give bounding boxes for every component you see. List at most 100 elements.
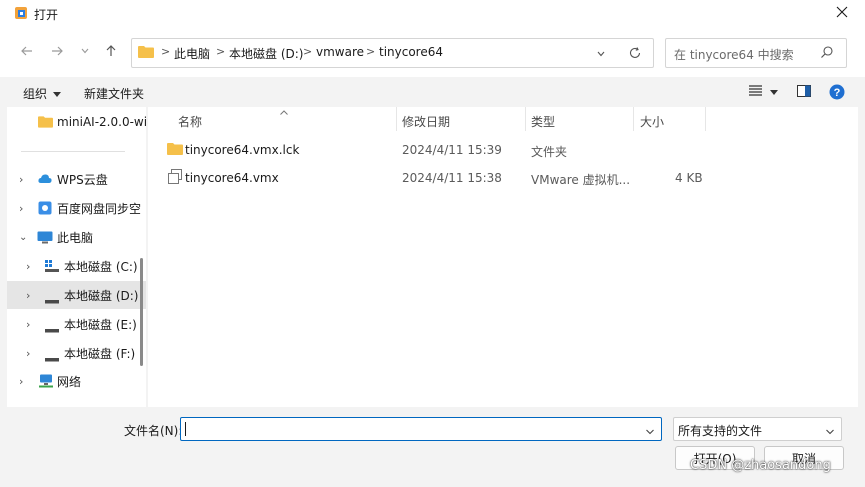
chevron-right-icon: › (19, 172, 24, 186)
text-caret (185, 422, 186, 436)
arrow-right-icon (50, 44, 64, 61)
arrow-left-icon (20, 44, 34, 61)
view-options-button[interactable] (749, 85, 778, 99)
refresh-button[interactable] (628, 46, 642, 63)
filename-input[interactable] (180, 417, 662, 441)
chevron-down-icon (80, 45, 90, 59)
sidebar-item-label: 本地磁盘 (D:) (64, 288, 139, 303)
sidebar-item-drive-d[interactable]: › 本地磁盘 (D:) (7, 281, 146, 309)
sidebar-item-drive-e[interactable]: › 本地磁盘 (E:) (7, 310, 146, 338)
chevron-right-icon: › (19, 374, 24, 388)
help-icon: ? (829, 84, 845, 103)
close-icon (836, 6, 848, 21)
preview-pane-button[interactable] (797, 85, 811, 100)
sidebar-item-label: 此电脑 (57, 230, 94, 245)
sidebar-item-label: 网络 (57, 374, 82, 389)
app-icon (14, 6, 28, 20)
column-header-type[interactable]: 类型 (531, 113, 555, 130)
search-input[interactable]: 在 tinycore64 中搜索 (674, 46, 794, 63)
filetype-select[interactable]: 所有支持的文件 (673, 417, 842, 441)
sidebar-item-drive-f[interactable]: › 本地磁盘 (F:) (7, 339, 146, 367)
sidebar-item-wps-cloud[interactable]: › WPS云盘 (7, 165, 146, 193)
windows-drive-icon (45, 260, 59, 275)
address-dropdown-button[interactable] (596, 48, 606, 62)
breadcrumb-separator: > (216, 45, 226, 58)
breadcrumb-this-pc[interactable]: 此电脑 (174, 45, 210, 62)
sidebar-scrollbar[interactable] (140, 258, 143, 366)
caret-down-icon (770, 85, 778, 99)
chevron-right-icon: › (26, 317, 31, 331)
list-edge (858, 107, 865, 407)
chevron-right-icon: › (26, 288, 31, 302)
folder-icon (38, 115, 53, 131)
drive-icon (45, 293, 59, 307)
sidebar-item-this-pc[interactable]: ⌄ 此电脑 (7, 223, 146, 251)
chevron-down-icon[interactable] (645, 425, 655, 439)
breadcrumb-separator: > (303, 45, 313, 58)
file-name: tinycore64.vmx (185, 171, 279, 185)
column-divider[interactable] (705, 107, 706, 131)
file-type: VMware 虚拟机... (531, 173, 631, 187)
drive-icon (45, 351, 59, 365)
chevron-down-icon: ⌄ (19, 231, 28, 243)
monitor-icon (37, 231, 53, 247)
watermark: CSDN @zhaosandong (690, 458, 831, 473)
column-header-date[interactable]: 修改日期 (402, 113, 450, 130)
network-icon (38, 374, 54, 391)
list-view-icon (749, 85, 762, 99)
up-button[interactable] (100, 41, 122, 63)
breadcrumb-separator: > (366, 45, 376, 58)
file-name: tinycore64.vmx.lck (185, 143, 300, 157)
window-title: 打开 (34, 8, 59, 22)
file-type: 文件夹 (531, 145, 568, 159)
caret-down-icon (53, 87, 62, 101)
back-button[interactable] (16, 41, 38, 63)
chevron-right-icon: › (26, 259, 31, 273)
cloud-icon (38, 173, 52, 187)
sort-ascending-icon (280, 104, 288, 118)
chevron-down-icon (596, 48, 606, 62)
sidebar-item-miniai[interactable]: miniAI-2.0.0-wi (7, 108, 146, 136)
column-divider[interactable] (633, 107, 634, 131)
recent-locations-button[interactable] (74, 41, 96, 63)
column-divider[interactable] (396, 107, 397, 131)
filetype-value: 所有支持的文件 (678, 424, 763, 438)
preview-pane-icon (797, 85, 811, 100)
organize-menu-button[interactable]: 组织 (23, 85, 62, 102)
chevron-right-icon: › (26, 346, 31, 360)
sidebar-item-baidu-netdisk[interactable]: › 百度网盘同步空 (7, 194, 146, 222)
breadcrumb-separator: > (161, 45, 171, 58)
navigation-pane: miniAI-2.0.0-wi › WPS云盘 › 百度网盘同步空 ⌄ 此电脑 … (7, 107, 146, 407)
title-bar (0, 0, 865, 27)
file-row[interactable]: tinycore64.vmx 2024/4/11 15:38 VMware 虚拟… (160, 167, 720, 189)
close-button[interactable] (826, 0, 858, 27)
forward-button[interactable] (46, 41, 68, 63)
breadcrumb-drive-d[interactable]: 本地磁盘 (D:) (229, 45, 303, 62)
chevron-right-icon: › (19, 201, 24, 215)
search-icon[interactable] (820, 45, 834, 62)
baidu-netdisk-icon (38, 201, 52, 218)
sidebar-item-label: 本地磁盘 (E:) (64, 317, 137, 332)
sidebar-divider (21, 151, 125, 152)
file-size: 4 KB (675, 171, 703, 185)
sidebar-item-drive-c[interactable]: › 本地磁盘 (C:) (7, 252, 146, 280)
file-row[interactable]: tinycore64.vmx.lck 2024/4/11 15:39 文件夹 (160, 139, 720, 161)
filename-label: 文件名(N): (124, 424, 183, 438)
breadcrumb-tinycore64[interactable]: tinycore64 (379, 45, 443, 59)
column-divider[interactable] (525, 107, 526, 131)
sidebar-item-network[interactable]: › 网络 (7, 367, 146, 395)
chevron-down-icon (825, 425, 835, 439)
sidebar-item-label: 百度网盘同步空 (57, 201, 142, 216)
file-date: 2024/4/11 15:39 (402, 143, 502, 157)
drive-icon (45, 322, 59, 336)
column-header-name[interactable]: 名称 (178, 113, 202, 130)
svg-text:?: ? (834, 87, 841, 99)
new-folder-button[interactable]: 新建文件夹 (84, 85, 144, 102)
arrow-up-icon (104, 44, 118, 61)
column-header-size[interactable]: 大小 (640, 113, 664, 130)
sidebar-item-label: WPS云盘 (57, 172, 108, 187)
breadcrumb-vmware[interactable]: vmware (316, 45, 364, 59)
sidebar-item-label: miniAI-2.0.0-wi (57, 115, 146, 129)
folder-icon (167, 142, 183, 158)
help-button[interactable]: ? (829, 84, 845, 103)
